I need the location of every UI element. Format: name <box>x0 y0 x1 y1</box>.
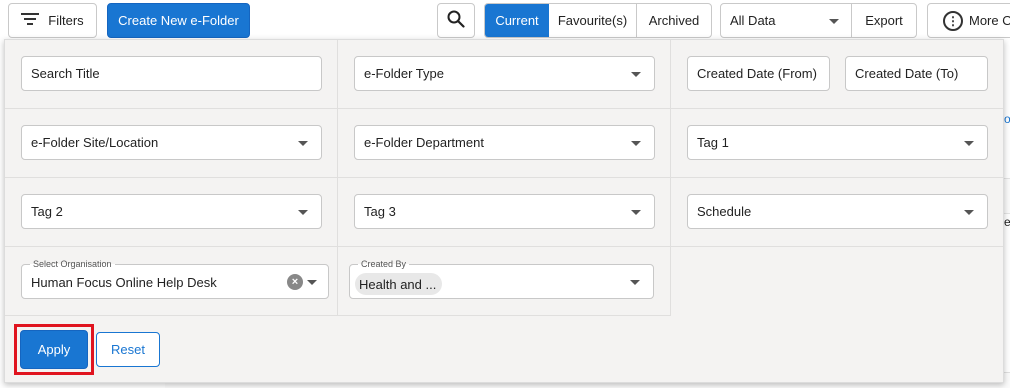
status-tabs: Current Favourite(s) Archived <box>484 3 712 38</box>
tab-favourites[interactable]: Favourite(s) <box>549 4 637 37</box>
tag1-label: Tag 1 <box>697 135 729 150</box>
chevron-down-icon <box>829 19 839 24</box>
chevron-down-icon <box>631 72 641 77</box>
site-location-select[interactable]: e-Folder Site/Location <box>21 125 322 160</box>
chevron-down-icon <box>298 141 308 146</box>
tag2-select[interactable]: Tag 2 <box>21 194 322 229</box>
chevron-down-icon <box>298 210 308 215</box>
schedule-label: Schedule <box>697 204 752 219</box>
search-button[interactable] <box>437 3 475 38</box>
chevron-down-icon <box>631 141 641 146</box>
efolder-type-select[interactable]: e-Folder Type <box>354 56 655 91</box>
search-title-placeholder: Search Title <box>31 66 100 81</box>
created-date-from-field[interactable]: Created Date (From) <box>687 56 830 91</box>
create-new-efolder-button[interactable]: Create New e-Folder <box>107 3 250 38</box>
tag3-select[interactable]: Tag 3 <box>354 194 655 229</box>
background-text-fragment: e <box>1004 215 1010 229</box>
more-options-button[interactable]: ⋮ More O <box>927 3 1010 38</box>
created-date-from-label: Created Date (From) <box>697 66 817 81</box>
chevron-down-icon <box>307 280 317 285</box>
schedule-select[interactable]: Schedule <box>687 194 988 229</box>
department-label: e-Folder Department <box>364 135 484 150</box>
divider <box>337 40 338 315</box>
filters-button[interactable]: Filters <box>8 3 97 38</box>
tag2-label: Tag 2 <box>31 204 63 219</box>
created-by-select[interactable]: Created By Health and ... <box>349 258 654 299</box>
created-date-to-field[interactable]: Created Date (To) <box>845 56 988 91</box>
organisation-select[interactable]: Select Organisation Human Focus Online H… <box>21 258 329 299</box>
divider <box>670 40 671 315</box>
search-icon <box>447 10 465 31</box>
filter-lines-icon <box>21 12 40 29</box>
tag3-label: Tag 3 <box>364 204 396 219</box>
divider <box>5 315 671 316</box>
organisation-select-label: Select Organisation <box>30 258 115 270</box>
filter-panel: Search Title e-Folder Type Created Date … <box>4 39 1004 383</box>
search-title-input[interactable]: Search Title <box>21 56 322 91</box>
site-location-label: e-Folder Site/Location <box>31 135 159 150</box>
background-link-fragment: o <box>1004 112 1010 126</box>
more-options-label: More O <box>969 13 1010 28</box>
tab-archived[interactable]: Archived <box>637 4 711 37</box>
divider <box>5 177 1003 178</box>
background-row <box>1004 178 1010 214</box>
divider <box>5 108 1003 109</box>
efolder-type-label: e-Folder Type <box>364 66 444 81</box>
filters-label: Filters <box>48 13 84 28</box>
created-date-to-label: Created Date (To) <box>855 66 959 81</box>
chevron-down-icon <box>631 210 641 215</box>
created-by-chip[interactable]: Health and ... <box>355 273 442 295</box>
apply-highlight-box: Apply <box>14 324 94 375</box>
created-by-label: Created By <box>358 258 410 270</box>
data-scope-select[interactable]: All Data <box>721 4 852 37</box>
data-export-group: All Data Export <box>720 3 917 38</box>
tab-current[interactable]: Current <box>485 4 549 37</box>
chevron-down-icon <box>964 141 974 146</box>
organisation-select-value: Human Focus Online Help Desk <box>31 275 217 290</box>
department-select[interactable]: e-Folder Department <box>354 125 655 160</box>
data-scope-value: All Data <box>730 13 776 28</box>
chevron-down-icon <box>630 280 640 285</box>
more-vertical-icon: ⋮ <box>943 10 963 31</box>
export-button[interactable]: Export <box>852 4 916 37</box>
tag1-select[interactable]: Tag 1 <box>687 125 988 160</box>
reset-button[interactable]: Reset <box>96 332 160 367</box>
divider <box>5 246 1003 247</box>
clear-selection-icon[interactable]: × <box>287 274 303 290</box>
apply-button[interactable]: Apply <box>20 330 88 369</box>
chevron-down-icon <box>964 210 974 215</box>
